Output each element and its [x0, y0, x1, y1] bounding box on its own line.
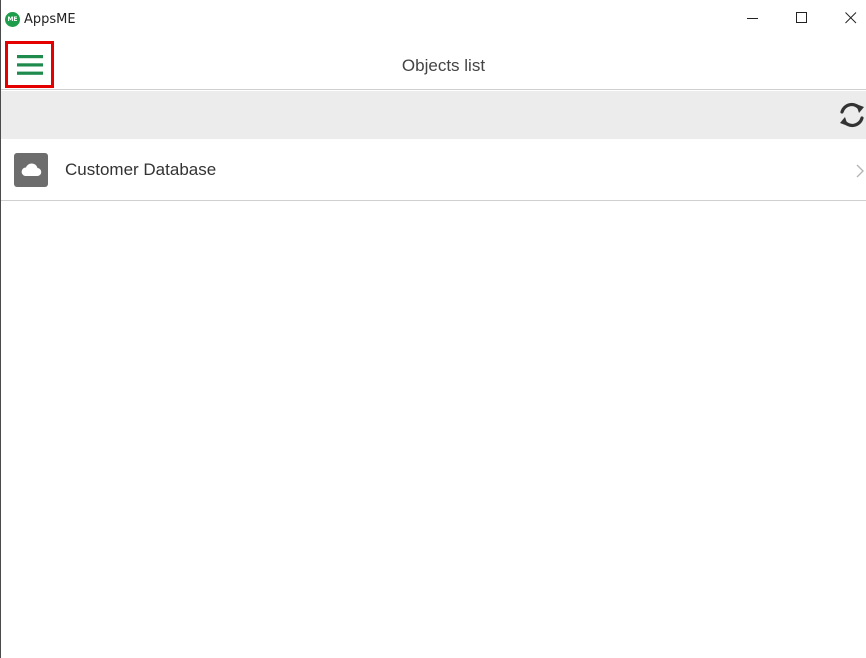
chevron-right-icon — [856, 164, 864, 178]
toolbar — [1, 91, 866, 139]
app-header: Objects list — [1, 40, 866, 90]
title-bar[interactable]: ME AppsME — [1, 0, 866, 39]
close-icon — [845, 12, 857, 24]
minimize-icon — [747, 18, 758, 19]
app-logo: ME — [5, 12, 20, 27]
cloud-icon — [21, 163, 42, 177]
maximize-icon — [796, 12, 807, 23]
list-item-label: Customer Database — [65, 160, 217, 179]
refresh-button[interactable] — [837, 99, 866, 131]
app-title: AppsME — [24, 12, 76, 27]
objects-list: Customer Database — [1, 139, 866, 201]
item-icon-tile — [14, 153, 48, 187]
hamburger-menu-icon — [16, 54, 43, 75]
app-window: ME AppsME Objects list Customer Database — [0, 0, 866, 658]
menu-button[interactable] — [5, 41, 54, 88]
minimize-button[interactable] — [738, 8, 768, 28]
page-title: Objects list — [401, 56, 486, 75]
close-button[interactable] — [836, 8, 866, 28]
app-logo-text: ME — [7, 16, 18, 23]
refresh-icon — [840, 102, 864, 128]
maximize-button[interactable] — [787, 8, 817, 28]
list-item[interactable]: Customer Database — [1, 139, 866, 201]
